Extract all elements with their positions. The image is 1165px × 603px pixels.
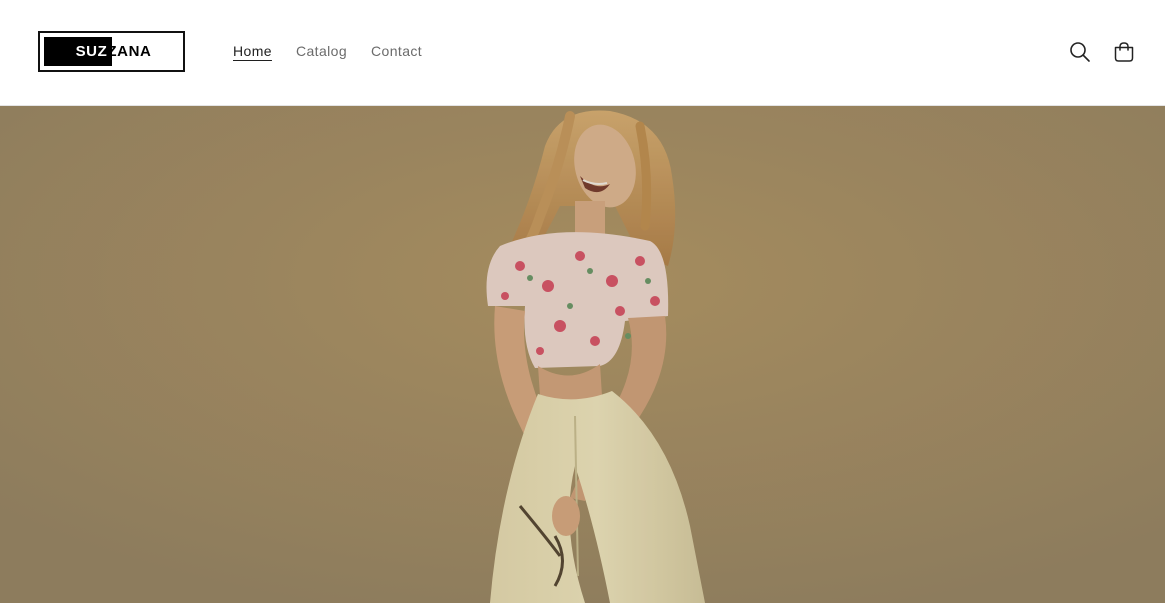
main-nav: Home Catalog Contact — [233, 43, 422, 59]
nav-catalog[interactable]: Catalog — [296, 43, 347, 59]
hero-banner — [0, 106, 1165, 603]
logo-text-part1: SUZ — [75, 43, 108, 60]
cart-icon — [1114, 42, 1134, 62]
nav-home[interactable]: Home — [233, 43, 272, 59]
search-button[interactable] — [1066, 38, 1094, 66]
logo[interactable]: SUZ ZANA — [38, 31, 185, 72]
logo-text-part2: ZANA — [107, 43, 152, 60]
logo-text: SUZ ZANA — [40, 33, 183, 70]
search-icon — [1070, 42, 1090, 62]
cart-button[interactable] — [1110, 38, 1138, 66]
hero-overlay — [0, 106, 1165, 603]
nav-contact[interactable]: Contact — [371, 43, 422, 59]
site-header: SUZ ZANA Home Catalog Contact — [0, 0, 1165, 106]
